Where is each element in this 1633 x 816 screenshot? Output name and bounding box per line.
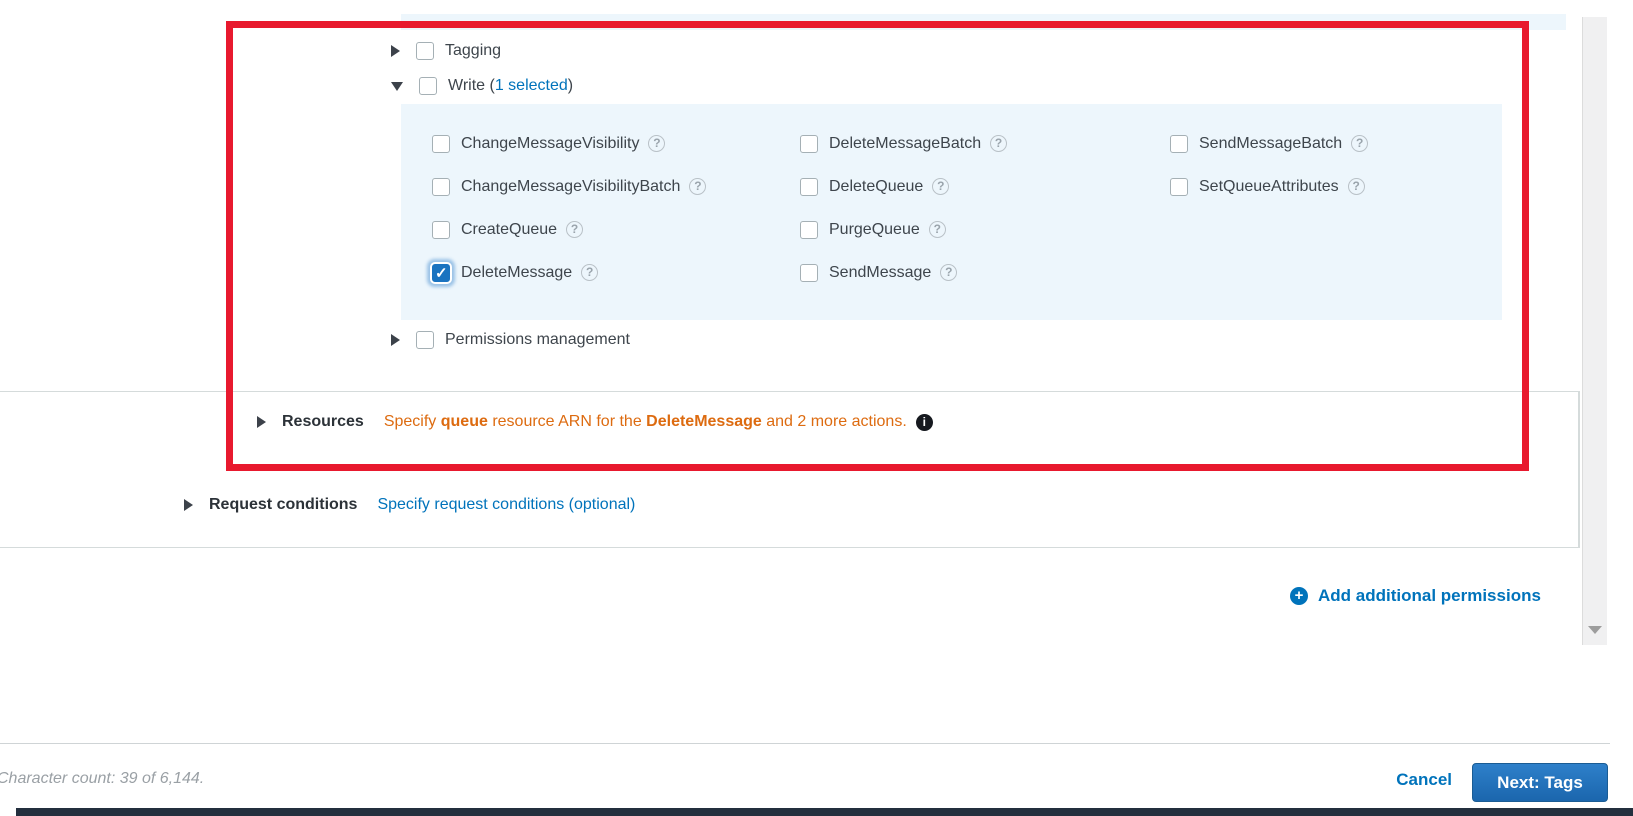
scrolled-panel-remnant — [401, 14, 1566, 30]
expand-chevron-icon[interactable] — [257, 416, 266, 428]
write-checkbox[interactable] — [419, 77, 437, 95]
help-icon[interactable] — [648, 135, 666, 152]
action-label: SetQueueAttributes — [1199, 177, 1339, 195]
write-paren-close: ) — [567, 77, 574, 94]
request-conditions-section-row: Request conditions Specify request condi… — [184, 493, 635, 517]
write-actions-panel: ChangeMessageVisibility ChangeMessageVis… — [401, 104, 1502, 320]
write-label: Write — [448, 77, 486, 94]
action-checkbox[interactable] — [432, 177, 450, 196]
help-icon[interactable] — [1347, 178, 1365, 195]
scroll-down-arrow-icon[interactable] — [1588, 626, 1602, 634]
next-tags-button[interactable]: Next: Tags — [1472, 763, 1608, 802]
collapse-chevron-icon[interactable] — [391, 81, 403, 91]
vertical-scrollbar[interactable] — [1582, 17, 1607, 645]
access-level-row-tagging: Tagging — [391, 39, 501, 63]
action-item: DeleteMessage — [432, 251, 706, 294]
help-icon[interactable] — [581, 264, 599, 281]
panel-right-border — [1578, 391, 1580, 548]
action-item: DeleteMessageBatch — [800, 122, 1008, 165]
actions-column-1: ChangeMessageVisibility ChangeMessageVis… — [432, 122, 707, 294]
cancel-button[interactable]: Cancel — [1396, 770, 1452, 790]
action-item: CreateQueue — [432, 208, 706, 251]
action-label: DeleteMessage — [461, 263, 573, 281]
action-checkbox[interactable] — [432, 220, 450, 239]
permissions-management-label: Permissions management — [445, 331, 630, 348]
footer-divider — [0, 743, 1610, 744]
actions-column-3: SendMessageBatch SetQueueAttributes — [1170, 122, 1369, 208]
info-icon[interactable] — [915, 413, 933, 431]
request-conditions-link[interactable]: Specify request conditions (optional) — [377, 496, 635, 514]
resources-section-row: Resources Specify queue resource ARN for… — [257, 410, 933, 434]
help-icon[interactable] — [566, 221, 584, 238]
action-checkbox[interactable] — [1170, 177, 1188, 196]
add-icon[interactable] — [1290, 587, 1308, 605]
request-conditions-heading[interactable]: Request conditions — [209, 496, 357, 514]
expand-chevron-icon[interactable] — [184, 499, 193, 511]
add-additional-permissions-label[interactable]: Add additional permissions — [1318, 586, 1541, 606]
action-checkbox[interactable] — [800, 134, 818, 153]
character-count-text: Character count: 39 of 6,144. — [0, 770, 205, 787]
action-item: PurgeQueue — [800, 208, 1007, 251]
expand-chevron-icon[interactable] — [391, 334, 400, 346]
section-divider — [0, 547, 1580, 548]
permissions-management-checkbox[interactable] — [416, 331, 434, 349]
action-label: ChangeMessageVisibilityBatch — [461, 177, 681, 195]
console-footer-bar — [16, 808, 1633, 816]
actions-column-2: DeleteMessageBatch DeleteQueue PurgeQueu… — [800, 122, 1008, 294]
action-label: SendMessage — [829, 263, 932, 281]
action-label: CreateQueue — [461, 220, 558, 238]
tagging-checkbox[interactable] — [416, 42, 434, 60]
write-selected-count[interactable]: 1 selected — [495, 77, 568, 95]
add-additional-permissions[interactable]: Add additional permissions — [1290, 584, 1541, 608]
help-icon[interactable] — [932, 178, 950, 195]
action-label: DeleteMessageBatch — [829, 134, 982, 152]
action-checkbox[interactable] — [432, 134, 450, 153]
action-item: DeleteQueue — [800, 165, 1007, 208]
action-item: SendMessage — [800, 251, 1007, 294]
action-item: ChangeMessageVisibility — [432, 122, 706, 165]
action-checkbox[interactable] — [800, 177, 818, 196]
tagging-label: Tagging — [445, 42, 502, 59]
action-label: ChangeMessageVisibility — [461, 134, 640, 152]
access-level-row-write: Write (1 selected) — [391, 74, 573, 98]
help-icon[interactable] — [940, 264, 958, 281]
action-item: SetQueueAttributes — [1170, 165, 1368, 208]
action-checkbox[interactable] — [800, 220, 818, 239]
section-divider — [0, 391, 1580, 392]
help-icon[interactable] — [928, 221, 946, 238]
resources-heading[interactable]: Resources — [282, 413, 364, 431]
action-item: SendMessageBatch — [1170, 122, 1369, 165]
action-checkbox[interactable] — [1170, 134, 1188, 153]
write-paren-open: ( — [485, 77, 495, 94]
action-item: ChangeMessageVisibilityBatch — [432, 165, 707, 208]
help-icon[interactable] — [990, 135, 1008, 152]
help-icon[interactable] — [1351, 135, 1369, 152]
action-checkbox[interactable] — [432, 263, 450, 282]
action-label: SendMessageBatch — [1199, 134, 1343, 152]
action-label: PurgeQueue — [829, 220, 920, 238]
access-level-row-permissions-management: Permissions management — [391, 328, 630, 352]
policy-visual-editor-screen: Tagging Write (1 selected) ChangeMessage… — [0, 0, 1633, 816]
expand-chevron-icon[interactable] — [391, 45, 400, 57]
resources-warning-text: Specify queue resource ARN for the Delet… — [383, 413, 907, 430]
help-icon[interactable] — [689, 178, 707, 195]
action-checkbox[interactable] — [800, 263, 818, 282]
action-label: DeleteQueue — [829, 177, 924, 195]
